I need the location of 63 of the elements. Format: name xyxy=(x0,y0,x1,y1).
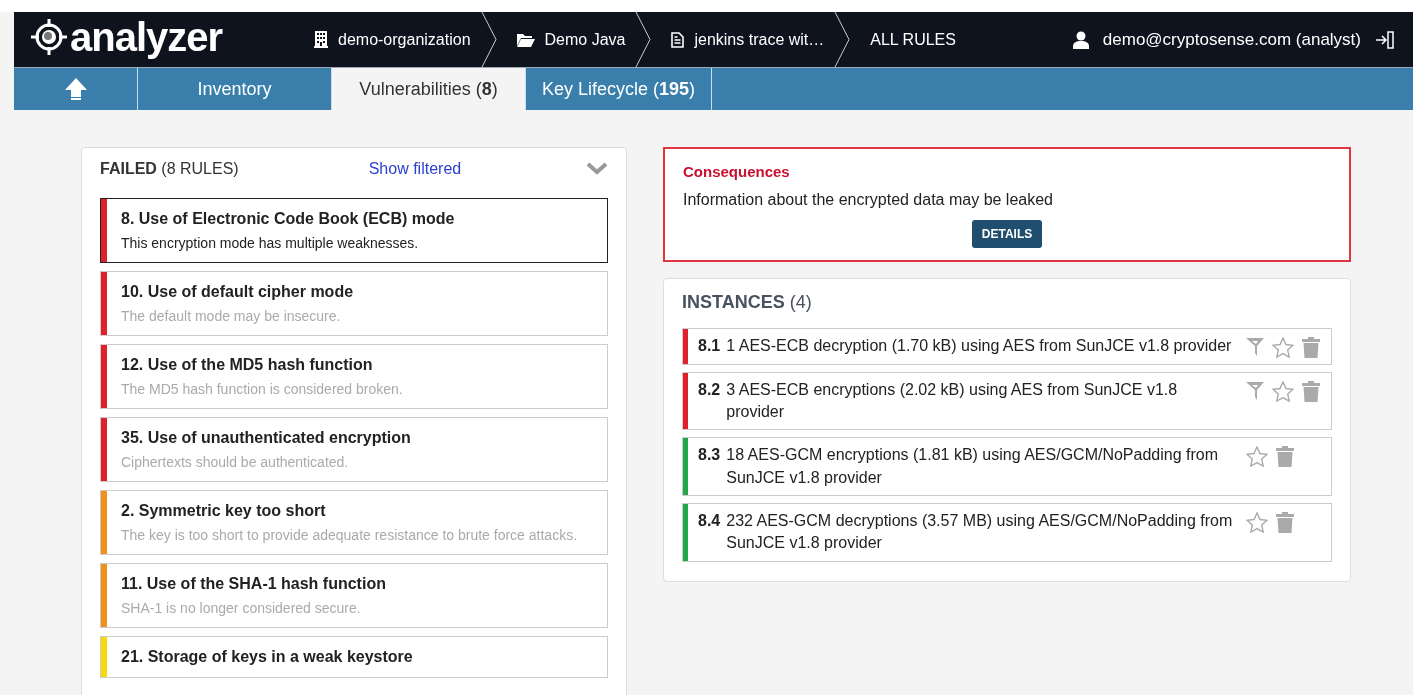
rule-description: The default mode may be insecure. xyxy=(121,307,342,326)
rule-title: 21. Storage of keys in a weak keystore xyxy=(121,647,413,667)
star-icon[interactable] xyxy=(1246,512,1268,534)
instance-row[interactable]: 8.4 232 AES-GCM decryptions (3.57 MB) using AES/GCM/NoPadding from SunJCE v1.8 provider xyxy=(682,503,1332,562)
instance-text: 8.4 232 AES-GCM decryptions (3.57 MB) using AES/GCM/NoPadding from SunJCE v1.8 provider xyxy=(698,511,1234,554)
breadcrumb-link[interactable]: ALL RULES xyxy=(870,27,956,52)
trash-icon[interactable] xyxy=(1276,446,1294,468)
rule-title: 8. Use of Electronic Code Book (ECB) mode xyxy=(121,209,455,229)
show-filtered-link[interactable]: Show filtered xyxy=(368,157,462,181)
up-arrow-icon[interactable] xyxy=(63,77,88,101)
rule-card[interactable]: 12. Use of the MD5 hash function The MD5 hash function is considered broken. xyxy=(100,344,608,409)
rule-description: This encryption mode has multiple weaknesses. xyxy=(121,234,420,253)
details-button[interactable]: DETAILS xyxy=(971,219,1043,248)
star-icon[interactable] xyxy=(1272,380,1294,402)
rule-title: 12. Use of the MD5 hash function xyxy=(121,355,374,375)
rule-card[interactable]: 21. Storage of keys in a weak keystore xyxy=(100,636,608,678)
target-logo-icon xyxy=(30,17,68,56)
rule-description: The key is too short to provide adequate resistance to brute force attacks. xyxy=(121,526,578,545)
trash-icon[interactable] xyxy=(1302,380,1320,402)
document-icon xyxy=(671,31,685,48)
instance-row[interactable]: 8.1 1 AES-ECB decryption (1.70 kB) using AES from SunJCE v1.8 provider xyxy=(682,327,1332,365)
folder-icon xyxy=(516,32,535,47)
breadcrumb-separator-icon xyxy=(480,12,497,67)
user-email: demo@cryptosense.com (analyst) xyxy=(1102,28,1361,51)
rule-card[interactable]: 8. Use of Electronic Code Book (ECB) mode This encryption mode has multiple weaknesses. xyxy=(100,198,608,263)
tab[interactable]: Vulnerabilities (8) xyxy=(332,68,526,110)
chevron-down-icon[interactable] xyxy=(586,162,608,176)
filter-icon[interactable] xyxy=(1246,380,1264,401)
logout-icon[interactable] xyxy=(1375,29,1395,50)
rule-card[interactable]: 2. Symmetric key too short The key is too short to provide adequate resistance to brute force attacks. xyxy=(100,490,608,555)
breadcrumb-link[interactable]: demo-organization xyxy=(338,27,471,52)
rule-description: The MD5 hash function is considered broken. xyxy=(121,380,403,399)
trash-icon[interactable] xyxy=(1276,512,1294,534)
instance-text: 8.3 18 AES-GCM encryptions (1.81 kB) using AES/GCM/NoPadding from SunJCE v1.8 provider xyxy=(698,445,1219,488)
rule-card[interactable]: 35. Use of unauthenticated encryption Ciphertexts should be authenticated. xyxy=(100,417,608,482)
rule-card[interactable]: 11. Use of the SHA-1 hash function SHA-1 is no longer considered secure. xyxy=(100,563,608,628)
rule-title: 35. Use of unauthenticated encryption xyxy=(121,428,411,448)
tab[interactable]: Key Lifecycle (195) xyxy=(526,68,712,110)
rule-description: Ciphertexts should be authenticated. xyxy=(121,453,350,472)
star-icon[interactable] xyxy=(1272,336,1294,358)
user-icon xyxy=(1072,30,1089,49)
rule-card[interactable]: 10. Use of default cipher mode The default mode may be insecure. xyxy=(100,271,608,336)
building-icon xyxy=(314,31,328,48)
logo-text: analyzer xyxy=(70,13,223,61)
rule-title: 10. Use of default cipher mode xyxy=(121,282,354,302)
instances-heading: INSTANCES (4) xyxy=(682,290,813,314)
trash-icon[interactable] xyxy=(1302,336,1320,358)
breadcrumb-link[interactable]: Demo Java xyxy=(544,27,626,52)
breadcrumb-link[interactable]: jenkins trace wit… xyxy=(694,27,825,52)
breadcrumb-separator-icon xyxy=(635,12,652,67)
consequences-title: Consequences xyxy=(683,162,791,182)
panel-heading: FAILED (8 RULES) xyxy=(100,159,239,179)
instance-row[interactable]: 8.2 3 AES-ECB encryptions (2.02 kB) using AES from SunJCE v1.8 provider xyxy=(682,371,1332,431)
filter-icon[interactable] xyxy=(1246,336,1264,357)
breadcrumb-separator-icon xyxy=(834,12,851,67)
rule-title: 11. Use of the SHA-1 hash function xyxy=(121,574,386,594)
consequences-text: Information about the encrypted data may be leaked xyxy=(683,189,1054,210)
rule-title: 2. Symmetric key too short xyxy=(121,501,327,521)
star-icon[interactable] xyxy=(1246,446,1268,468)
instance-text: 8.1 1 AES-ECB decryption (1.70 kB) using AES from SunJCE v1.8 provider xyxy=(698,335,1233,356)
rule-description: SHA-1 is no longer considered secure. xyxy=(121,599,362,618)
instance-text: 8.2 3 AES-ECB encryptions (2.02 kB) using AES from SunJCE v1.8 provider xyxy=(698,379,1179,422)
instance-row[interactable]: 8.3 18 AES-GCM encryptions (1.81 kB) using AES/GCM/NoPadding from SunJCE v1.8 provider xyxy=(682,437,1332,497)
